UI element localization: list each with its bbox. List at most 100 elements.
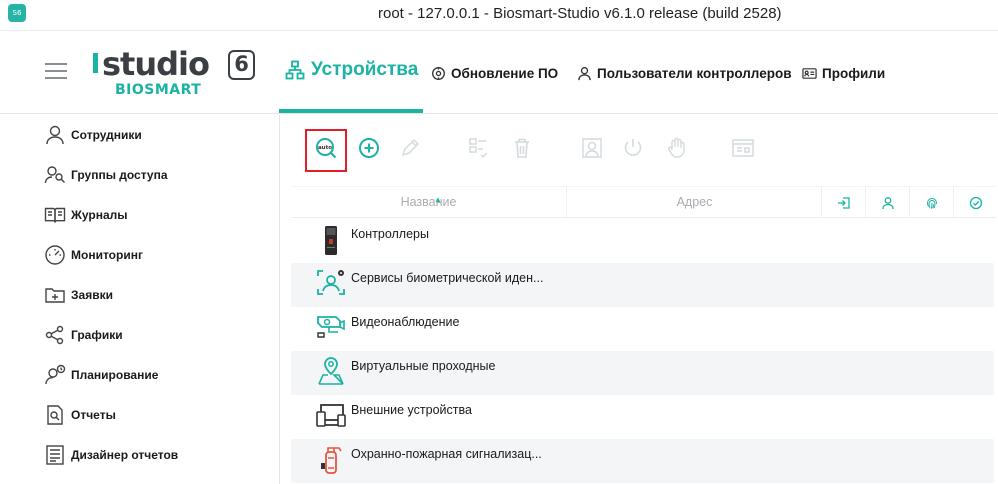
table-row[interactable]: Видеонаблюдение [291,307,994,351]
hand-icon [668,137,685,158]
sidebar-item-label: Заявки [71,288,113,302]
column-address-header[interactable]: Адрес [568,187,822,218]
table-row[interactable]: Виртуальные проходные [291,351,994,395]
controller-icon [325,226,337,255]
sidebar-item-journals[interactable]: Журналы [44,203,127,227]
sidebar-item-label: Графики [71,328,123,342]
tab-profiles[interactable]: Профили [802,31,885,115]
id-card-icon [802,67,817,79]
panel-icon [732,139,754,157]
config-button[interactable] [466,135,492,161]
table-row[interactable]: Охранно-пожарная сигнализац... [291,439,994,483]
row-label: Сервисы биометрической иден... [351,271,544,285]
edit-button[interactable] [397,135,423,161]
sidebar-item-label: Журналы [71,208,128,222]
tab-controller-users[interactable]: Пользователи контроллеров [577,31,792,115]
user-icon [578,66,591,80]
row-label: Контроллеры [351,227,429,241]
sidebar-item-label: Отчеты [71,408,116,422]
book-icon [44,207,66,223]
column-login-header[interactable] [823,187,866,218]
sidebar-item-access-groups[interactable]: Группы доступа [44,163,168,187]
sidebar-item-label: Мониторинг [71,248,143,262]
column-name-label: Название [400,195,457,209]
tab-devices-label: Устройства [311,59,419,80]
table-header: ▲ Название Адрес [291,186,996,218]
camera-icon [317,316,345,338]
update-icon [432,66,445,80]
folder-plus-icon [45,288,65,303]
sidebar-item-label: Планирование [71,368,159,382]
logo-version: 6 [228,50,255,80]
tab-profiles-label: Профили [822,65,886,81]
designer-icon [46,445,64,465]
hamburger-menu-icon[interactable] [45,63,67,79]
table-row[interactable]: Сервисы биометрической иден... [291,263,994,307]
sidebar-item-report-designer[interactable]: Дизайнер отчетов [44,443,178,467]
login-icon [838,196,850,209]
list-check-icon [469,138,488,159]
hierarchy-icon [285,60,305,80]
tab-controller-users-label: Пользователи контроллеров [597,65,792,81]
auto-search-button[interactable]: auto [313,135,339,161]
reboot-button[interactable] [620,135,646,161]
sidebar-item-employees[interactable]: Сотрудники [44,123,142,147]
sidebar-item-label: Группы доступа [71,168,168,182]
face-scan-icon [317,270,345,295]
add-button[interactable] [356,135,382,161]
row-label: Внешние устройства [351,403,472,417]
row-label: Охранно-пожарная сигнализац... [351,447,542,461]
group-icon [44,166,65,184]
logo-main-text: studio [102,45,210,83]
column-address-label: Адрес [676,195,713,209]
user-icon [882,196,894,209]
extinguisher-icon [321,447,342,474]
column-fingerprint-header[interactable] [911,187,954,218]
toolbar: auto [281,115,998,187]
share-icon [45,325,64,345]
person-clock-icon [45,364,66,385]
sidebar-item-monitoring[interactable]: Мониторинг [44,243,143,267]
table-row[interactable]: Контроллеры [291,219,994,263]
fingerprint-icon [926,197,937,209]
stop-button[interactable] [664,135,690,161]
pencil-icon [401,138,420,157]
person-icon [46,125,64,145]
portrait-icon [582,138,602,158]
table-row[interactable]: Внешние устройства [291,395,994,439]
sidebar-item-label: Дизайнер отчетов [71,448,179,462]
sidebar-item-schedules[interactable]: Графики [44,323,123,347]
plus-circle-icon [359,138,379,158]
devices-icon [316,404,346,427]
delete-button[interactable] [509,135,535,161]
row-label: Видеонаблюдение [351,315,460,329]
trash-icon [515,138,529,158]
biosmart-studio-logo: studio 6 BIOSMART [93,45,258,101]
gauge-icon [45,245,65,265]
title-bar: S6 root - 127.0.0.1 - Biosmart-Studio v6… [0,0,998,30]
column-name-header[interactable]: ▲ Название [291,187,567,218]
tab-devices[interactable]: Устройства [279,31,423,113]
column-user-header[interactable] [867,187,910,218]
photo-button[interactable] [579,135,605,161]
power-icon [624,139,642,156]
tab-firmware-update-label: Обновление ПО [451,65,559,81]
sidebar: Сотрудники Группы доступа Журналы Монито… [0,115,280,484]
sort-caret-icon: ▲ [434,195,442,204]
card-button[interactable] [730,135,756,161]
app-header: studio 6 BIOSMART Устройства Обновление … [0,30,998,114]
auto-search-icon: auto [316,138,337,159]
map-pin-icon [318,357,344,385]
window-title: root - 127.0.0.1 - Biosmart-Studio v6.1.… [378,5,782,22]
main-panel: auto ▲ Название Адрес Контроллеры Сервис… [281,115,998,484]
sidebar-item-planning[interactable]: Планирование [44,363,158,387]
column-status-header[interactable] [955,187,996,218]
sidebar-item-label: Сотрудники [71,128,142,142]
svg-text:auto: auto [318,145,332,151]
sidebar-item-reports[interactable]: Отчеты [44,403,116,427]
tab-firmware-update[interactable]: Обновление ПО [431,31,558,115]
sidebar-item-requests[interactable]: Заявки [44,283,113,307]
logo-subtitle: BIOSMART [115,82,202,98]
row-label: Виртуальные проходные [351,359,496,373]
report-icon [47,405,63,425]
